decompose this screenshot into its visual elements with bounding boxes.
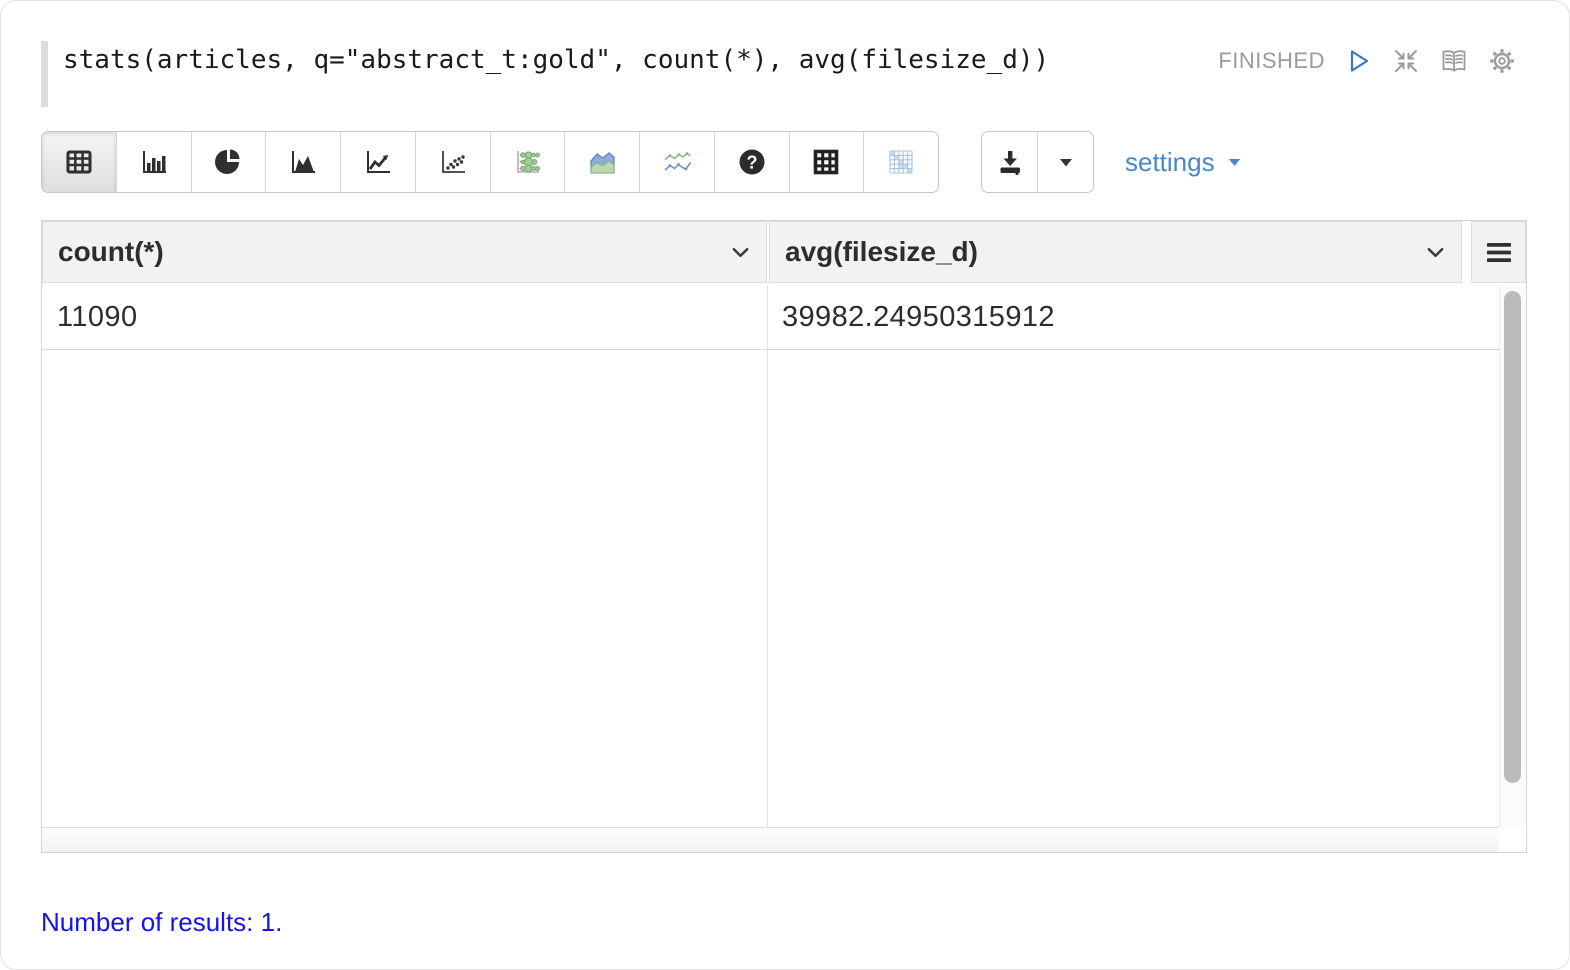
- svg-text:?: ?: [746, 153, 757, 173]
- viz-button-bar-chart[interactable]: [116, 132, 191, 192]
- scrollbar-thumb[interactable]: [1504, 291, 1521, 783]
- area-chart-icon: [286, 146, 320, 178]
- paragraph-controls: FINISHED: [1218, 43, 1517, 79]
- viz-button-matrix[interactable]: [863, 132, 938, 192]
- run-button[interactable]: [1343, 46, 1373, 76]
- cell-avg-filesize: 39982.24950315912: [767, 301, 1499, 334]
- download-icon: [994, 147, 1026, 177]
- scatter-chart-icon: [436, 146, 470, 178]
- results-count-note: Number of results: 1.: [41, 907, 282, 938]
- viz-button-pie-chart[interactable]: [191, 132, 266, 192]
- bar-chart-icon: [137, 146, 171, 178]
- collapse-button[interactable]: [1391, 46, 1421, 76]
- status-badge: FINISHED: [1218, 48, 1325, 74]
- pie-chart-icon: [211, 146, 245, 178]
- download-split-button: [981, 131, 1094, 193]
- settings-toggle[interactable]: settings: [1125, 131, 1244, 193]
- grid-icon: [809, 146, 843, 178]
- caret-down-icon: [1225, 155, 1244, 169]
- download-options-button[interactable]: [1037, 132, 1093, 192]
- chevron-down-icon[interactable]: [729, 244, 752, 261]
- viz-button-bubble-chart[interactable]: [490, 132, 565, 192]
- vertical-scrollbar[interactable]: [1499, 286, 1526, 827]
- compress-icon: [1391, 46, 1421, 76]
- cell-count: 11090: [42, 301, 767, 334]
- viz-button-multi-line-chart[interactable]: [639, 132, 714, 192]
- book-icon: [1439, 46, 1469, 76]
- line-chart-icon: [361, 146, 395, 178]
- stacked-area-chart-icon: [585, 146, 619, 178]
- editor-toggle-button[interactable]: [1439, 46, 1469, 76]
- settings-label: settings: [1125, 147, 1215, 178]
- grid-footer: [42, 827, 1499, 852]
- viz-button-grid[interactable]: [789, 132, 864, 192]
- column-header-avg-filesize[interactable]: avg(filesize_d): [769, 221, 1462, 283]
- matrix-icon: [884, 146, 918, 178]
- bubble-chart-icon: [510, 146, 544, 178]
- column-header-label: avg(filesize_d): [785, 236, 978, 268]
- viz-button-line-chart[interactable]: [340, 132, 415, 192]
- table-icon: [62, 146, 96, 178]
- table-viewport: 11090 39982.24950315912: [42, 286, 1499, 827]
- column-header-label: count(*): [58, 236, 164, 268]
- editor-gutter: [41, 41, 48, 107]
- viz-button-help[interactable]: ?: [714, 132, 789, 192]
- result-table: count(*) avg(filesize_d) 11090 39982.249…: [41, 220, 1527, 853]
- multi-line-chart-icon: [660, 146, 694, 178]
- table-row[interactable]: 11090 39982.24950315912: [42, 286, 1499, 350]
- viz-button-scatter-chart[interactable]: [415, 132, 490, 192]
- viz-button-area-chart[interactable]: [265, 132, 340, 192]
- help-icon: ?: [735, 146, 769, 178]
- gear-icon: [1487, 46, 1517, 76]
- hamburger-menu-icon: [1484, 239, 1514, 266]
- download-button[interactable]: [982, 132, 1037, 192]
- chevron-down-icon[interactable]: [1424, 244, 1447, 261]
- notebook-paragraph: stats(articles, q="abstract_t:gold", cou…: [0, 0, 1570, 970]
- viz-button-stacked-area-chart[interactable]: [564, 132, 639, 192]
- paragraph-settings-button[interactable]: [1487, 46, 1517, 76]
- column-divider: [767, 286, 768, 827]
- viz-button-table[interactable]: [42, 132, 116, 192]
- viz-toolbar: ?: [41, 131, 939, 193]
- caret-down-icon: [1056, 154, 1076, 170]
- grid-menu-button[interactable]: [1471, 221, 1526, 283]
- play-icon: [1343, 46, 1373, 76]
- column-header-count[interactable]: count(*): [42, 221, 767, 283]
- query-code[interactable]: stats(articles, q="abstract_t:gold", cou…: [63, 46, 1049, 74]
